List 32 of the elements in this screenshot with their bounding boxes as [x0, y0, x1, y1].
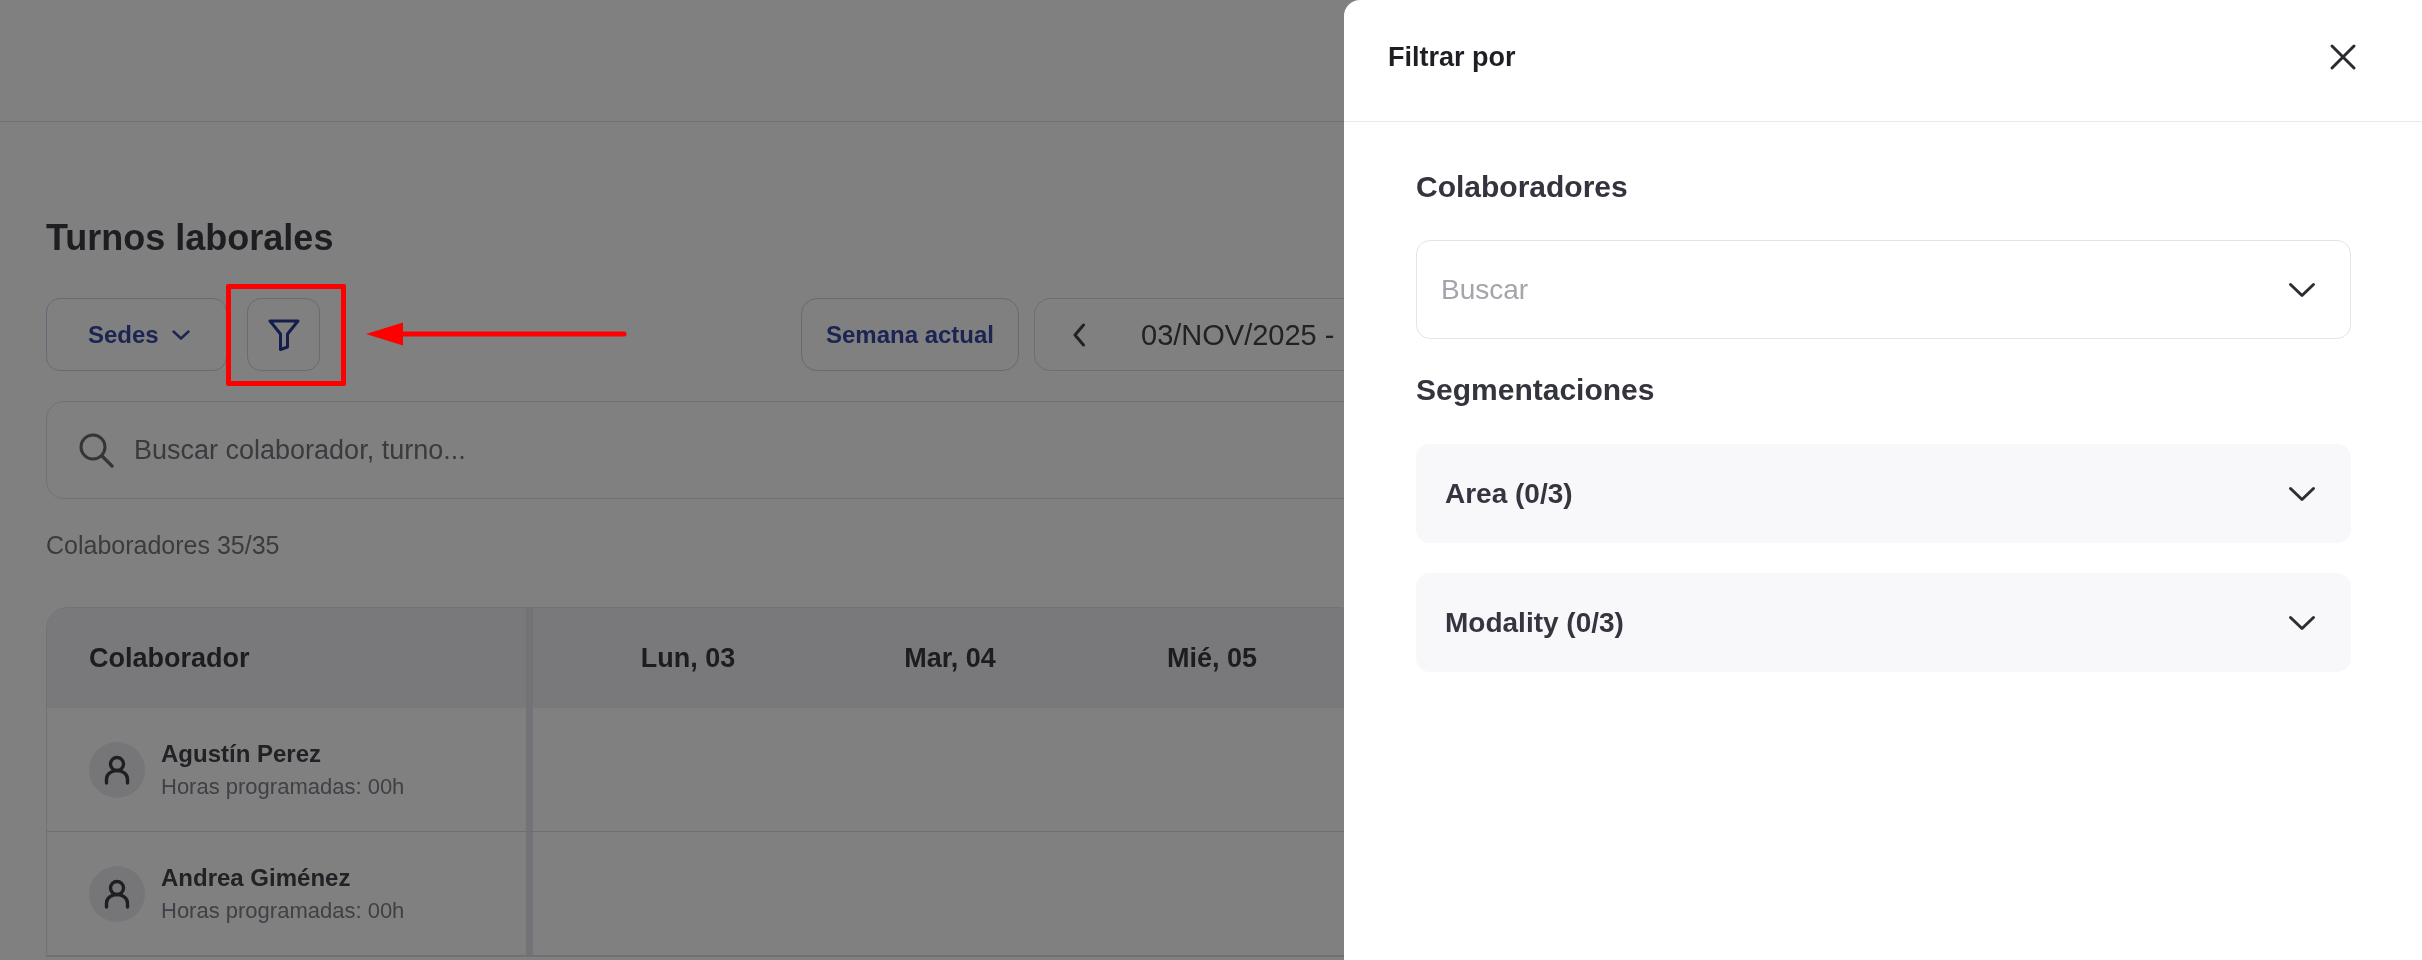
filter-button[interactable]	[247, 298, 320, 371]
sites-dropdown-button[interactable]: Sedes	[46, 298, 227, 371]
collaborator-count: Colaboradores 35/35	[46, 530, 280, 560]
panel-title: Filtrar por	[1388, 40, 1516, 73]
avatar-icon	[89, 865, 145, 922]
column-header: Mar, 04	[904, 642, 996, 674]
close-button[interactable]	[2329, 42, 2357, 71]
scheduled-hours: Horas programadas: 00h	[161, 773, 405, 800]
accordion-item[interactable]: Modality (0/3)	[1416, 573, 2351, 672]
page-title: Turnos laborales	[46, 216, 334, 259]
previous-week-button[interactable]	[1072, 322, 1086, 347]
collaborator-select[interactable]: Buscar	[1416, 240, 2351, 339]
chevron-down-icon	[2288, 282, 2316, 298]
collaborator-name: Andrea Giménez	[161, 863, 351, 892]
section-title: Segmentaciones	[1416, 372, 1655, 408]
column-header: Mié, 05	[1166, 642, 1257, 674]
current-week-button[interactable]: Semana actual	[801, 298, 1019, 371]
accordion-item[interactable]: Area (0/3)	[1416, 444, 2351, 543]
chevron-left-icon	[1072, 322, 1086, 347]
scheduled-hours: Horas programadas: 00h	[161, 897, 405, 924]
date-range-text: 03/NOV/2025 -	[1141, 317, 1335, 352]
chevron-icon	[2288, 485, 2316, 502]
close-icon	[2329, 42, 2357, 71]
section-title: Colaboradores	[1416, 169, 1628, 205]
column-header: Colaborador	[89, 642, 250, 674]
column-header: Lun, 03	[640, 642, 736, 674]
collaborator-name: Agustín Perez	[161, 739, 322, 768]
avatar-icon	[89, 741, 145, 798]
filter-icon	[267, 318, 300, 351]
caret-icon	[171, 329, 190, 340]
search-icon	[78, 432, 114, 468]
chevron-icon	[2288, 614, 2316, 631]
